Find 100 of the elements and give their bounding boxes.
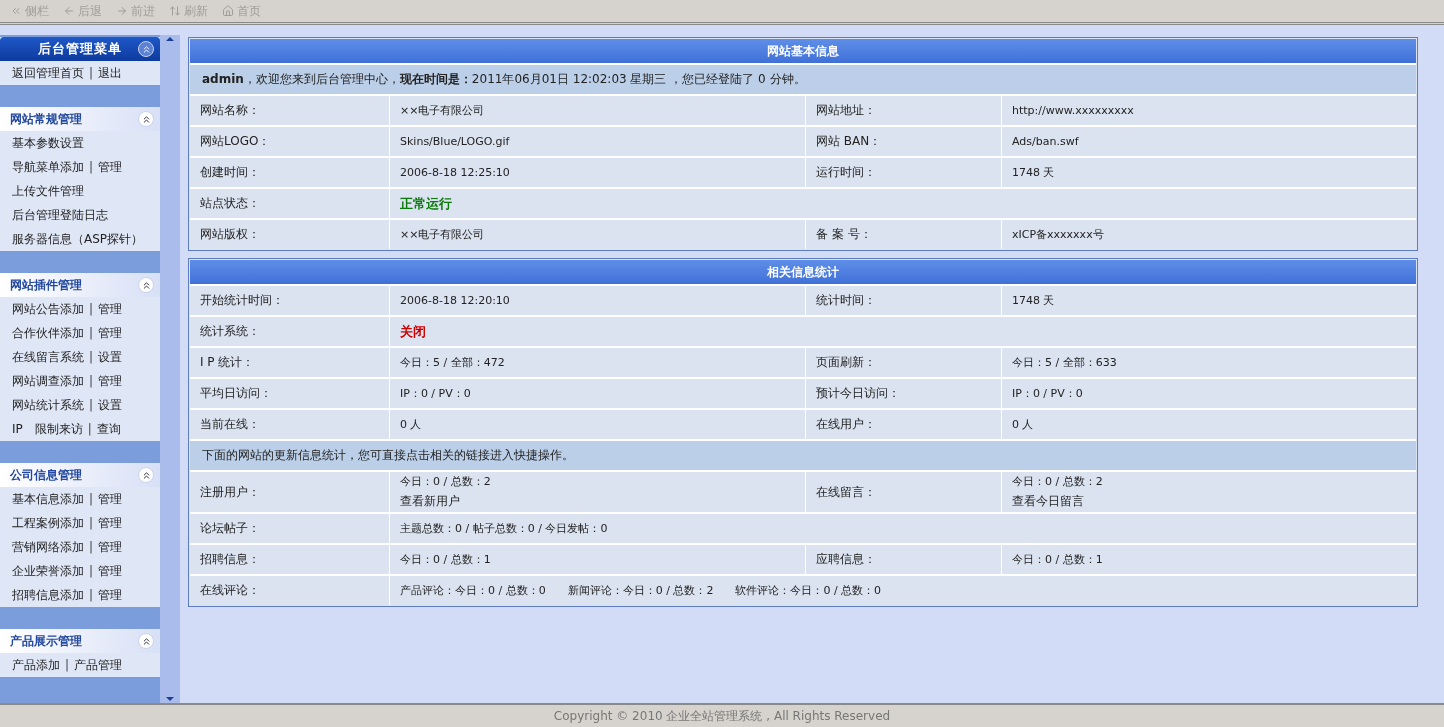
menu-link[interactable]: 产品添加 — [12, 656, 60, 674]
separator: | — [87, 422, 92, 436]
home-icon — [222, 5, 234, 17]
separator: | — [65, 658, 70, 672]
collapse-icon[interactable] — [138, 277, 154, 293]
menu-link[interactable]: 基本信息添加 — [12, 490, 84, 508]
section-header[interactable]: 产品展示管理 — [0, 629, 160, 653]
menu-link[interactable]: 管理 — [98, 538, 123, 556]
field-label: 应聘信息： — [816, 551, 877, 568]
menu-link[interactable]: 导航菜单添加 — [12, 158, 84, 176]
menu-link[interactable]: 查询 — [96, 420, 121, 438]
value-text: Skins/Blue/LOGO.gif — [400, 135, 511, 148]
menu-link[interactable]: 上传文件管理 — [12, 182, 84, 200]
collapse-icon[interactable] — [138, 633, 154, 649]
section-header[interactable]: 公司信息管理 — [0, 463, 160, 487]
menu-link[interactable]: 产品管理 — [74, 656, 123, 674]
field-label: 注册用户： — [200, 483, 261, 501]
double-chevron-left-icon — [10, 5, 22, 17]
arrow-right-icon — [116, 5, 128, 17]
menu-link[interactable]: 基本参数设置 — [12, 134, 84, 152]
value-link[interactable]: 查看新用户 — [400, 493, 795, 510]
status-text: 关闭 — [400, 322, 427, 341]
menu-link[interactable]: 在线留言系统 — [12, 348, 84, 366]
field-label: 招聘信息： — [200, 551, 261, 568]
menu-link[interactable]: 管理 — [98, 490, 123, 508]
section-title: 网站插件管理 — [10, 276, 82, 294]
separator: | — [89, 516, 94, 530]
menu-link[interactable]: 网站统计系统 — [12, 396, 84, 414]
field-label: 网站LOGO： — [200, 133, 272, 150]
menu-link[interactable]: IP 限制来访 — [12, 420, 83, 438]
scroll-up-icon[interactable] — [166, 37, 174, 41]
field-label: 论坛帖子： — [200, 520, 261, 537]
notice-text: admin，欢迎您来到后台管理中心，现在时间是：2011年06月01日 12:02:03 星期三 ，您已经登陆了 0 分钟。 — [202, 71, 806, 88]
field-label: 在线用户： — [816, 416, 877, 433]
menu-link[interactable]: 企业荣誉添加 — [12, 562, 84, 580]
separator: | — [89, 564, 94, 578]
field-label: 页面刷新： — [816, 354, 877, 371]
menu-link[interactable]: 返回管理首页 — [12, 64, 84, 82]
field-label: 当前在线： — [200, 416, 261, 433]
section-title: 网站常规管理 — [10, 110, 82, 128]
value-text: 今日：0 / 总数：1 — [400, 552, 492, 567]
menu-link[interactable]: 网站公告添加 — [12, 300, 84, 318]
field-label: 网站地址： — [816, 102, 877, 119]
menu-link[interactable]: 营销网络添加 — [12, 538, 84, 556]
field-label: 站点状态： — [200, 195, 261, 212]
section-header[interactable]: 网站插件管理 — [0, 273, 160, 297]
field-label: 在线评论： — [200, 582, 261, 599]
value-link[interactable]: 查看今日留言 — [1012, 493, 1406, 510]
copyright-text: Copyright © 2010 企业全站管理系统 , All Rights Reserved — [0, 703, 1444, 727]
field-label: 预计今日访问： — [816, 385, 901, 402]
value-text: 1748 天 — [1012, 165, 1056, 180]
table-title: 网站基本信息 — [190, 39, 1416, 63]
field-label: 开始统计时间： — [200, 292, 285, 309]
menu-link[interactable]: 管理 — [98, 514, 123, 532]
collapse-icon[interactable] — [138, 111, 154, 127]
value-text: ××电子有限公司 — [400, 227, 486, 242]
field-label: 备 案 号： — [816, 226, 873, 243]
field-label: 统计系统： — [200, 323, 261, 340]
menu-link[interactable]: 管理 — [98, 372, 123, 390]
menu-link[interactable]: 管理 — [98, 300, 123, 318]
menu-link[interactable]: 设置 — [98, 396, 123, 414]
value-text: 今日：5 / 全部：633 — [1012, 355, 1118, 370]
field-label: 统计时间： — [816, 292, 877, 309]
menu-link[interactable]: 管理 — [98, 562, 123, 580]
collapse-icon[interactable] — [138, 467, 154, 483]
menu-link[interactable]: 管理 — [98, 158, 123, 176]
menu-link[interactable]: 管理 — [98, 324, 123, 342]
menu-link[interactable]: 工程案例添加 — [12, 514, 84, 532]
menu-link[interactable]: 网站调查添加 — [12, 372, 84, 390]
scrollbar[interactable] — [160, 35, 180, 703]
menu-link[interactable]: 设置 — [98, 348, 123, 366]
menu-link[interactable]: 退出 — [98, 64, 123, 82]
separator: | — [89, 492, 94, 506]
collapse-icon[interactable] — [138, 41, 154, 57]
value-text: 0 人 — [1012, 417, 1035, 432]
field-label: 在线留言： — [816, 483, 877, 501]
field-label: 创建时间： — [200, 164, 261, 181]
value-text: Ads/ban.swf — [1012, 135, 1080, 148]
value-text: 今日：5 / 全部：472 — [400, 355, 506, 370]
menu-link[interactable]: 服务器信息（ASP探针） — [12, 230, 144, 248]
separator: | — [89, 398, 94, 412]
value-text: 产品评论：今日：0 / 总数：0 新闻评论：今日：0 / 总数：2 软件评论：今日：0 / 总数：0 — [400, 583, 883, 598]
value-text: http://www.xxxxxxxxx — [1012, 104, 1135, 117]
menu-link[interactable]: 后台管理登陆日志 — [12, 206, 108, 224]
notice-text: 下面的网站的更新信息统计，您可直接点击相关的链接进入快捷操作。 — [202, 447, 574, 464]
menu-link[interactable]: 招聘信息添加 — [12, 586, 84, 604]
section-header[interactable]: 网站常规管理 — [0, 107, 160, 131]
menu-title: 后台管理菜单 — [38, 40, 122, 58]
section-title: 产品展示管理 — [10, 632, 82, 650]
value-text: 今日：0 / 总数：2 — [1012, 474, 1104, 489]
value-text: 今日：0 / 总数：2 — [400, 474, 492, 489]
arrow-left-icon — [63, 5, 75, 17]
up-down-arrows-icon — [169, 5, 181, 17]
menu-link[interactable]: 管理 — [98, 586, 123, 604]
table-title: 相关信息统计 — [190, 260, 1416, 284]
menu-link[interactable]: 合作伙伴添加 — [12, 324, 84, 342]
field-label: 网站版权： — [200, 226, 261, 243]
field-label: 运行时间： — [816, 164, 877, 181]
field-label: 网站名称： — [200, 102, 261, 119]
separator: | — [89, 160, 94, 174]
